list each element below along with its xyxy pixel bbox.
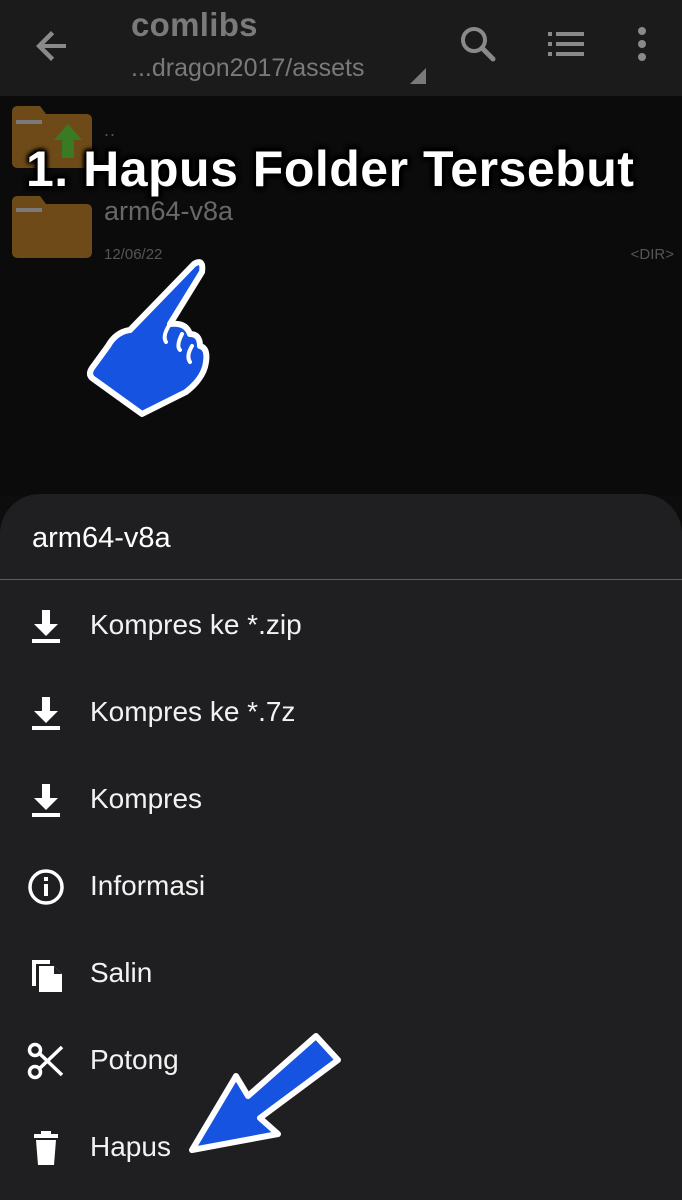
search-icon[interactable] (456, 22, 500, 66)
menu-item-compress-zip[interactable]: Kompres ke *.zip (0, 582, 682, 669)
pointing-hand-icon (87, 259, 210, 417)
more-vertical-icon[interactable] (620, 22, 664, 66)
menu-item-label: Informasi (90, 870, 206, 901)
folder-icon[interactable] (12, 196, 92, 258)
tutorial-instruction: 1. Hapus Folder Tersebut (26, 141, 635, 197)
download-icon (32, 697, 60, 730)
copy-icon (32, 960, 62, 992)
menu-item-label: Hapus (90, 1131, 171, 1162)
menu-item-label: Kompres ke *.zip (90, 609, 302, 640)
menu-item-label: Potong (90, 1044, 179, 1075)
folder-title: comlibs (131, 6, 258, 43)
list-view-icon[interactable] (544, 22, 588, 66)
menu-item-copy[interactable]: Salin (0, 930, 682, 1017)
info-icon (28, 869, 64, 905)
parent-directory-label[interactable]: .. (104, 120, 116, 141)
file-type-badge: <DIR> (630, 246, 674, 263)
download-icon (32, 784, 60, 817)
menu-item-label: Kompres (90, 783, 203, 814)
menu-item-compress[interactable]: Kompres (0, 756, 682, 843)
menu-item-label: Kompres ke *.7z (90, 696, 296, 727)
download-icon (32, 610, 60, 643)
trash-icon (34, 1131, 58, 1165)
back-arrow-icon[interactable] (28, 22, 76, 70)
file-name[interactable]: arm64-v8a (104, 196, 233, 227)
menu-item-label: Salin (90, 957, 153, 988)
sheet-title: arm64-v8a (32, 522, 171, 554)
sheet-divider (0, 579, 682, 580)
path-dropdown-icon[interactable] (410, 68, 426, 84)
pointer-arrow-icon (189, 1033, 341, 1153)
breadcrumb-path[interactable]: ...dragon2017/assets (131, 54, 365, 83)
menu-item-info[interactable]: Informasi (0, 843, 682, 930)
toolbar: comlibs ...dragon2017/assets (0, 0, 682, 96)
scissors-icon (27, 1042, 64, 1080)
menu-item-compress-7z[interactable]: Kompres ke *.7z (0, 669, 682, 756)
